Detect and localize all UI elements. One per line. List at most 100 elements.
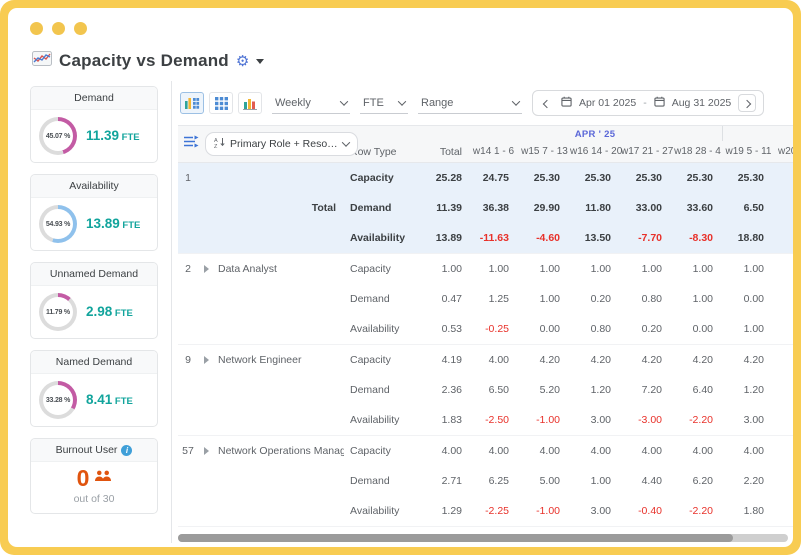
expand-caret-cell[interactable] (198, 447, 214, 455)
page-title: Capacity vs Demand (59, 51, 229, 70)
table-row: 9 Network Engineer Capacity 4.19 4.00 4.20 4.2… (178, 345, 793, 375)
range-select[interactable]: Range (418, 93, 522, 114)
week-column-header: w20 (778, 146, 793, 157)
week-value: 4.00 (488, 445, 509, 457)
chart-grid-view-button[interactable] (180, 92, 204, 114)
metric-card-demand: Demand 45.07 % 11.39 FTE (30, 86, 158, 163)
week-value: 24.75 (482, 172, 509, 184)
week-value: 0.00 (743, 293, 764, 305)
people-icon (95, 470, 112, 488)
week-value: 0.80 (641, 293, 662, 305)
grid-view-button[interactable] (209, 92, 233, 114)
period-select-value: Weekly (275, 96, 311, 109)
table-row: Availability 1.83 -2.50 -1.00 3.00 -3.00 -2.20… (178, 405, 793, 435)
row-type-label: Demand (350, 202, 392, 214)
chevron-right-icon (743, 99, 752, 108)
metric-card-title: Demand (31, 87, 157, 110)
week-value: 0.00 (692, 323, 713, 335)
week-value: 2.20 (743, 475, 764, 487)
info-icon[interactable]: i (121, 444, 133, 456)
row-type-label: Availability (350, 505, 400, 517)
week-value: 1.00 (539, 263, 560, 275)
expand-caret-icon[interactable] (203, 356, 209, 364)
period-select[interactable]: Weekly (272, 93, 350, 114)
table-row: Demand 2.36 6.50 5.20 1.20 7.20 6.40 1.20 (178, 375, 793, 405)
donut-chart: 54.93 % (39, 205, 77, 243)
week-value: 1.00 (641, 263, 662, 275)
total-value: 11.39 (436, 202, 462, 214)
date-range-picker: Apr 01 2025 - Aug 31 2025 (532, 90, 765, 116)
row-group-data-analyst: 2 Data Analyst Capacity 1.00 1.00 1.00 1.00 1.0… (178, 254, 793, 345)
fte-value: 13.89 FTE (86, 215, 140, 233)
window-dot[interactable] (30, 22, 43, 35)
week-value: 4.00 (641, 445, 662, 457)
fte-number: 2.98 (86, 304, 113, 319)
table-row: Demand 2.71 6.25 5.00 1.00 4.40 6.20 2.20 (178, 466, 793, 496)
table-row: 57 Network Operations Manager Capacity 4.00… (178, 436, 793, 466)
week-value: 4.20 (743, 354, 764, 366)
chevron-left-icon (542, 99, 552, 108)
gear-icon[interactable]: ⚙ (236, 54, 249, 69)
metric-card-title: Unnamed Demand (31, 263, 157, 286)
unit-select[interactable]: FTE (360, 93, 408, 114)
row-number: 57 (182, 445, 194, 457)
donut-hole: 11.79 % (43, 297, 73, 327)
calendar-icon (654, 96, 665, 110)
sort-az-icon: A Z (214, 137, 225, 151)
expand-caret-cell[interactable] (198, 265, 214, 273)
week-value: 13.50 (584, 232, 611, 244)
row-type-label: Availability (350, 414, 400, 426)
date-separator: - (643, 97, 647, 109)
fte-unit: FTE (119, 220, 141, 231)
fte-number: 8.41 (86, 392, 113, 407)
unit-select-value: FTE (363, 96, 384, 109)
bar-chart-view-button[interactable] (238, 92, 262, 114)
burnout-card-header: Burnout User i (31, 439, 157, 462)
week-value: 4.00 (488, 354, 509, 366)
expand-caret-icon[interactable] (203, 265, 209, 273)
total-value: 4.19 (441, 354, 462, 366)
table-row: Availability 13.89 -11.63 -4.60 13.50 -7.70 -8… (178, 223, 793, 253)
row-group-network-engineer: 9 Network Engineer Capacity 4.19 4.00 4.20 4.2… (178, 345, 793, 436)
titlebar: Capacity vs Demand ⚙ (32, 51, 793, 71)
metric-card-named-demand: Named Demand 33.28 % 8.41 FTE (30, 350, 158, 427)
week-value: 4.00 (743, 445, 764, 457)
next-period-button[interactable] (738, 94, 757, 112)
date-from[interactable]: Apr 01 2025 (579, 97, 636, 109)
prev-period-button[interactable] (540, 94, 554, 112)
chevron-down-icon[interactable] (256, 58, 265, 64)
window-dot[interactable] (74, 22, 87, 35)
burnout-body: 0 out of 30 (31, 462, 157, 513)
donut-percent-label: 11.79 % (46, 308, 70, 316)
week-value: 6.50 (488, 384, 509, 396)
expand-caret-icon[interactable] (203, 447, 209, 455)
burnout-card: Burnout User i 0 out of 30 (30, 438, 158, 514)
row-type-label: Demand (350, 384, 390, 396)
scrollbar-thumb[interactable] (178, 534, 734, 542)
row-type-label: Availability (350, 232, 406, 244)
window-dot[interactable] (52, 22, 65, 35)
total-value: 1.00 (441, 263, 462, 275)
week-value: 1.80 (743, 505, 764, 517)
table-header: A Z Primary Role + Resource... Row Type (178, 125, 793, 163)
row-number: 9 (185, 354, 191, 366)
metric-card-title: Availability (31, 175, 157, 198)
donut-hole: 33.28 % (43, 385, 73, 415)
date-to[interactable]: Aug 31 2025 (672, 97, 732, 109)
week-value: -1.00 (536, 505, 560, 517)
week-value: 25.30 (635, 172, 662, 184)
expand-caret-cell[interactable] (198, 356, 214, 364)
week-value: -1.00 (536, 414, 560, 426)
role-filter-select[interactable]: A Z Primary Role + Resource... (205, 132, 358, 156)
expand-all-rows-icon[interactable] (183, 135, 199, 153)
chevron-down-icon (339, 96, 349, 106)
horizontal-scrollbar[interactable] (178, 534, 788, 542)
week-value: 1.00 (590, 263, 611, 275)
week-value: 4.20 (590, 354, 611, 366)
week-value: 0.80 (590, 323, 611, 335)
range-select-value: Range (421, 96, 454, 109)
burnout-caption: out of 30 (73, 493, 115, 505)
donut-percent-label: 45.07 % (45, 132, 71, 140)
metric-card-body: 11.79 % 2.98 FTE (31, 286, 157, 338)
week-value: -8.30 (689, 232, 713, 244)
